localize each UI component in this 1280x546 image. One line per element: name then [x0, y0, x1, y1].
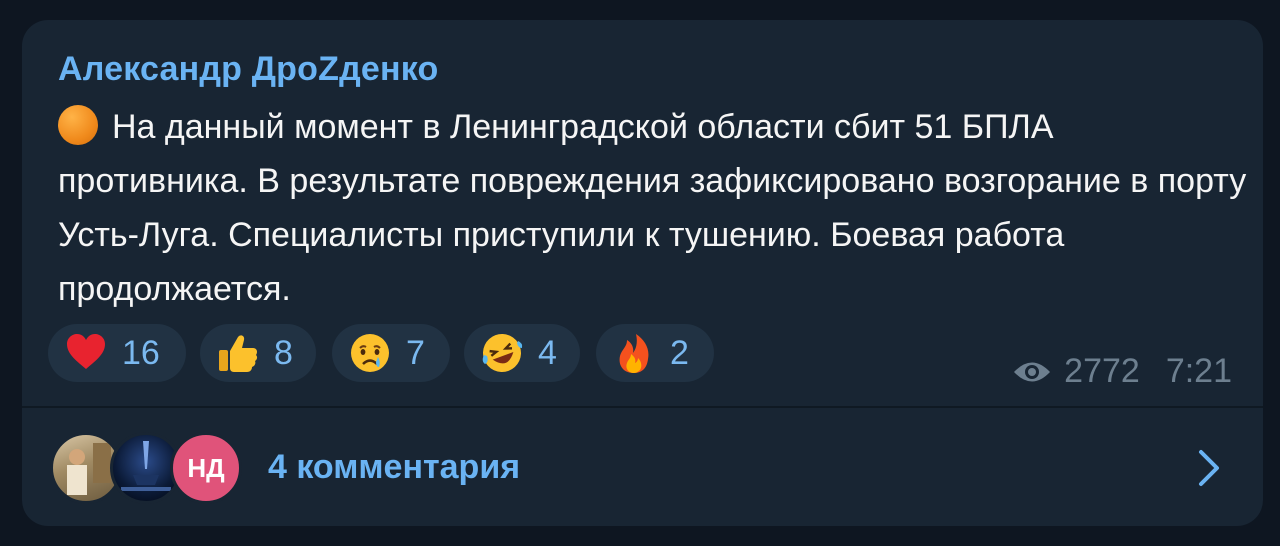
reaction-heart[interactable]: 16 — [48, 324, 186, 382]
reaction-count: 2 — [670, 333, 689, 372]
reaction-count: 4 — [538, 333, 557, 372]
message-body: На данный момент в Ленинградской области… — [58, 108, 1247, 308]
chevron-right-icon — [1199, 450, 1219, 486]
avatar: НД — [170, 432, 242, 504]
thumbs-up-icon — [216, 331, 260, 375]
views-count: 2772 — [1064, 352, 1140, 390]
crying-face-icon — [348, 331, 392, 375]
author-name[interactable]: Александр ДроZденко — [58, 50, 438, 89]
reaction-fire[interactable]: 2 — [596, 324, 714, 382]
comments-label: 4 комментария — [268, 448, 521, 486]
message-text: На данный момент в Ленинградской области… — [58, 100, 1248, 316]
reaction-count: 16 — [122, 333, 160, 372]
reaction-crying[interactable]: 7 — [332, 324, 450, 382]
laughing-face-icon — [480, 331, 524, 375]
comments-button[interactable]: НД 4 комментария — [22, 408, 1263, 526]
fire-icon — [612, 331, 656, 375]
reaction-count: 7 — [406, 333, 425, 372]
heart-icon — [64, 331, 108, 375]
reaction-laughing[interactable]: 4 — [464, 324, 580, 382]
message-time: 7:21 — [1165, 352, 1232, 390]
eye-icon — [1014, 362, 1051, 381]
reaction-thumbs-up[interactable]: 8 — [200, 324, 316, 382]
orange-circle-icon — [58, 105, 98, 145]
message-meta: 2772 7:21 — [1012, 352, 1232, 391]
reaction-count: 8 — [274, 333, 293, 372]
